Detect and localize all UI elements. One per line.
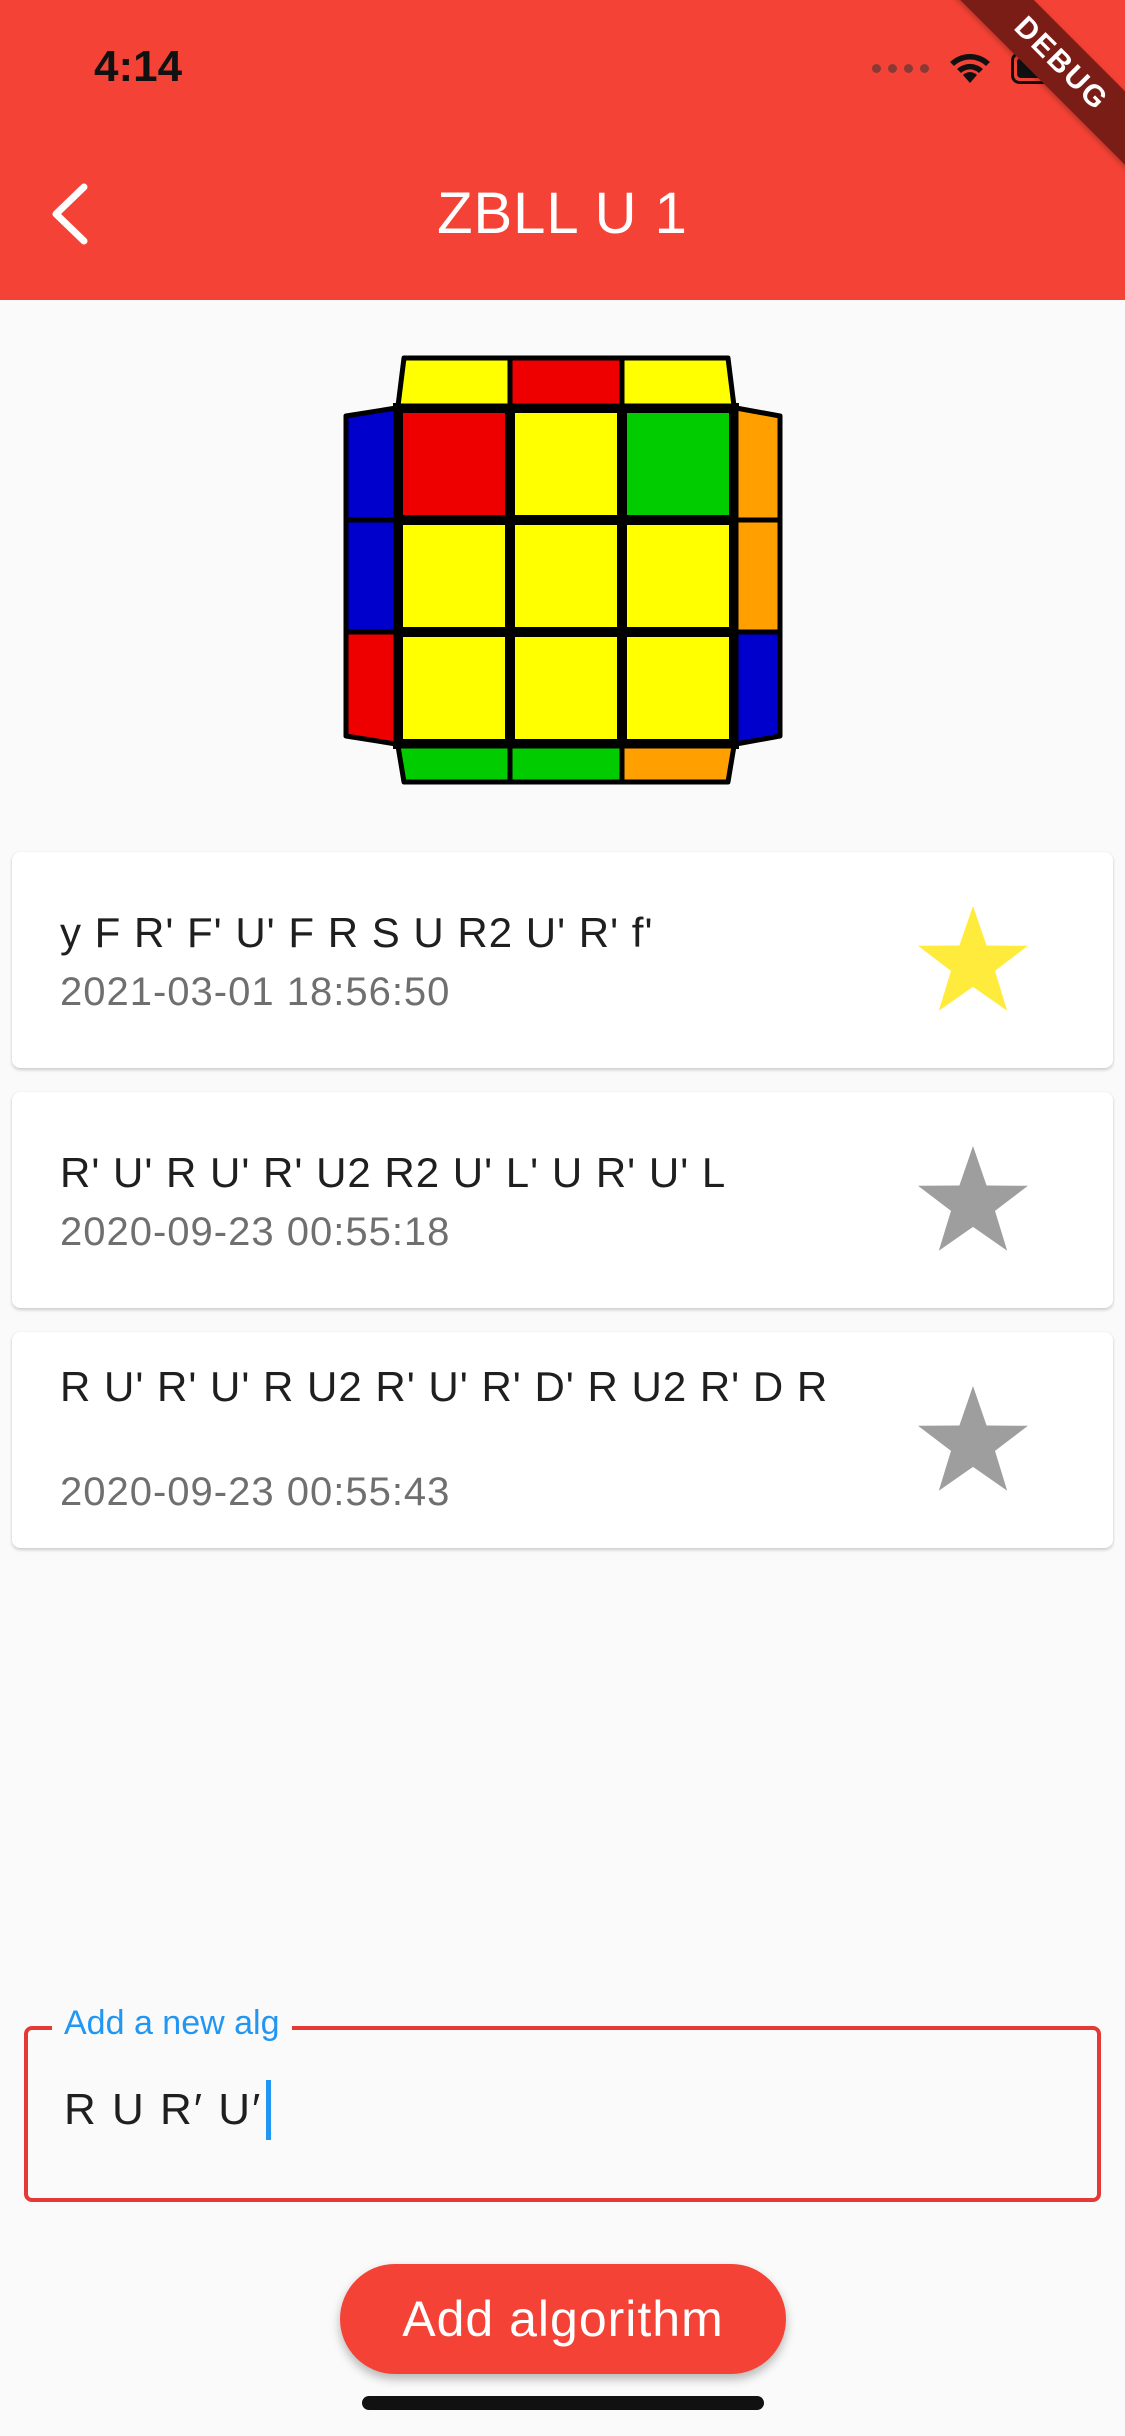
new-alg-input-value[interactable]: R U R′ U′ (64, 2080, 272, 2140)
favorite-star-button[interactable] (915, 1144, 1031, 1256)
app-bar: 4:14 DEBUG ZBLL U 1 (0, 0, 1125, 300)
favorite-star-button[interactable] (915, 904, 1031, 1016)
cube-face-sticker (505, 403, 627, 525)
cube-right-sticker (733, 517, 783, 635)
cube-face-sticker (617, 627, 739, 749)
algorithm-text: R U' R' U' R U2 R' U' R' D' R U2 R' D R (60, 1363, 829, 1410)
text-caret (266, 2080, 272, 2140)
add-algorithm-button[interactable]: Add algorithm (340, 2264, 786, 2374)
algorithm-date: 2020-09-23 00:55:18 (60, 1210, 451, 1254)
cube-bottom-sticker (395, 743, 513, 785)
cube-top-sticker (507, 355, 625, 409)
star-icon (918, 906, 1028, 1011)
cube-left-sticker (343, 405, 399, 523)
cellular-signal-icon (872, 63, 929, 73)
favorite-star-button[interactable] (915, 1384, 1031, 1496)
cube-right-sticker (733, 629, 783, 747)
cube-top-sticker (619, 355, 737, 409)
algorithm-text: y F R' F' U' F R S U R2 U' R' f' (60, 909, 654, 956)
star-icon (918, 1146, 1028, 1251)
app-screen: 4:14 DEBUG ZBLL U 1 y F R' F' U' F R S U… (0, 0, 1125, 2436)
cube-face-sticker (393, 403, 515, 525)
cube-face-sticker (505, 515, 627, 637)
cube-face-sticker (505, 627, 627, 749)
home-indicator (362, 2396, 764, 2410)
cube-bottom-sticker (619, 743, 737, 785)
algorithm-card[interactable]: R U' R' U' R U2 R' U' R' D' R U2 R' D R … (12, 1332, 1113, 1548)
wifi-icon (947, 51, 993, 85)
cube-left-sticker (343, 517, 399, 635)
new-alg-input[interactable]: Add a new alg R U R′ U′ (24, 2004, 1101, 2202)
new-alg-input-text: R U R′ U′ (64, 2085, 263, 2134)
new-alg-input-label: Add a new alg (52, 2004, 292, 2043)
algorithm-card[interactable]: R' U' R U' R' U2 R2 U' L' U R' U' L 2020… (12, 1092, 1113, 1308)
status-time: 4:14 (94, 42, 183, 91)
cube-right-sticker (733, 405, 783, 523)
algorithm-text: R' U' R U' R' U2 R2 U' L' U R' U' L (60, 1149, 727, 1196)
cube-left-sticker (343, 629, 399, 747)
algorithm-date: 2021-03-01 18:56:50 (60, 970, 451, 1014)
page-title: ZBLL U 1 (437, 181, 688, 246)
cube-face-sticker (393, 627, 515, 749)
star-icon (918, 1386, 1028, 1491)
cube-top-sticker (395, 355, 513, 409)
algorithm-date: 2020-09-23 00:55:43 (60, 1470, 451, 1514)
algorithm-card[interactable]: y F R' F' U' F R S U R2 U' R' f' 2021-03… (12, 852, 1113, 1068)
cube-face-sticker (393, 515, 515, 637)
cube-diagram (340, 350, 785, 790)
cube-face-sticker (617, 515, 739, 637)
cube-bottom-sticker (507, 743, 625, 785)
cube-face-sticker (617, 403, 739, 525)
